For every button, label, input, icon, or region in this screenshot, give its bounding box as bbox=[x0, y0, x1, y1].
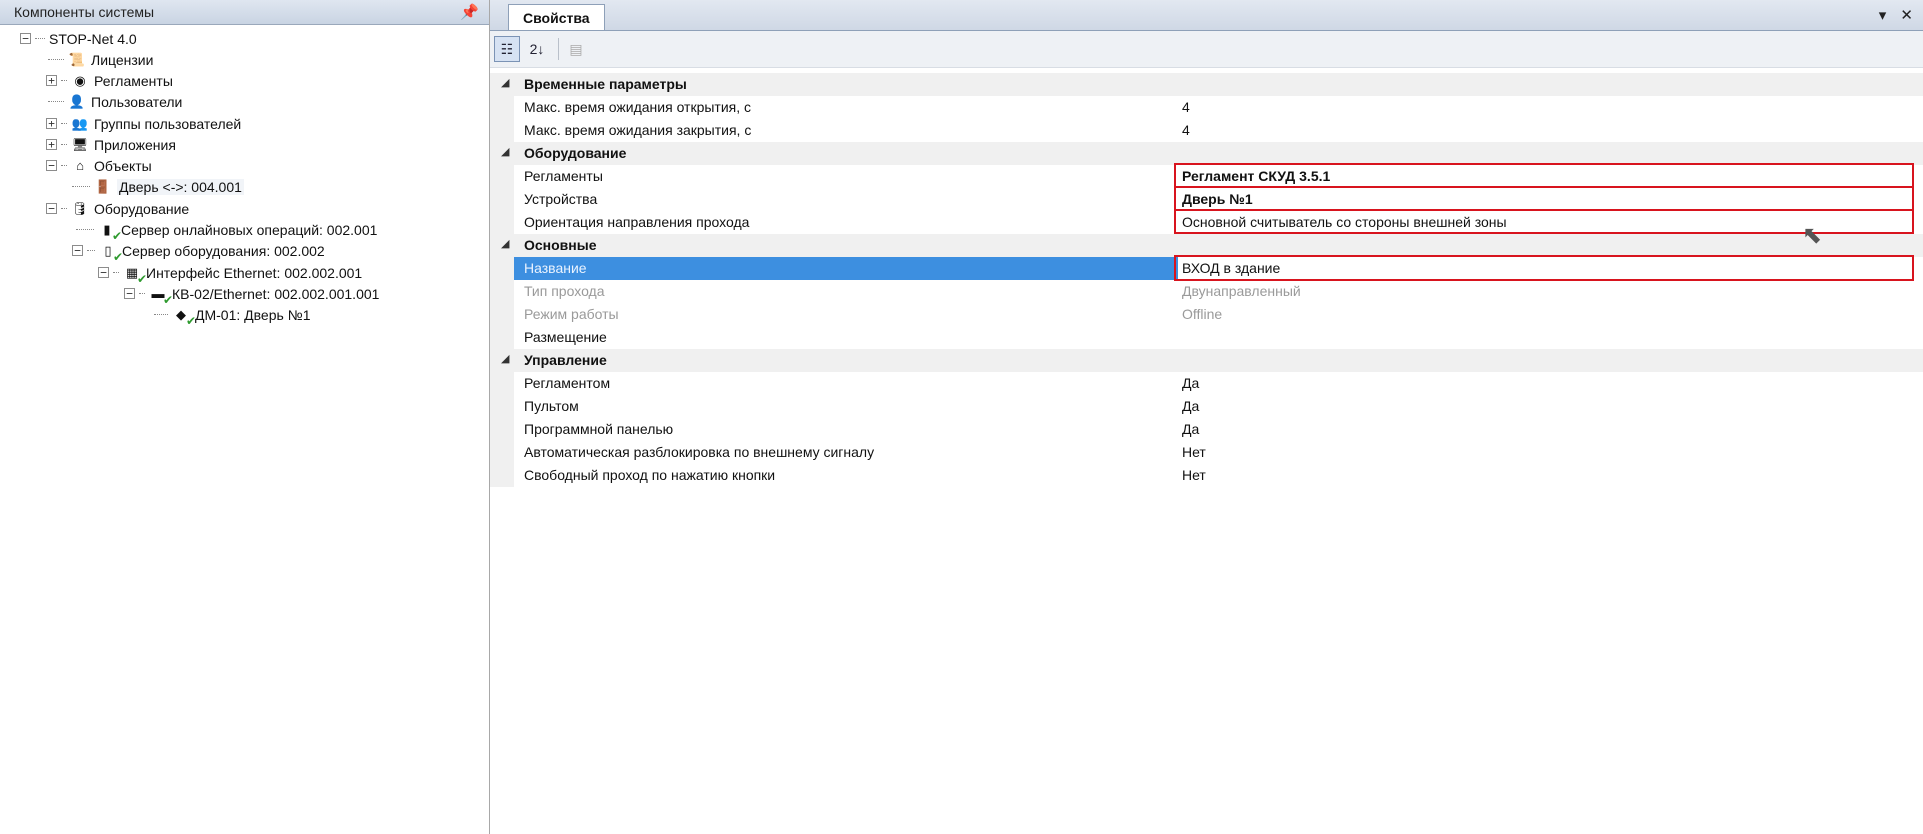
category-time-params[interactable]: ◢ Временные параметры bbox=[490, 73, 1923, 96]
schedule-icon: ◉ bbox=[74, 72, 86, 88]
property-row[interactable]: Режим работы Offline bbox=[490, 303, 1923, 326]
alphabetical-sort-icon[interactable]: 2↓ bbox=[524, 36, 550, 62]
tree-node-equipment[interactable]: − 🛢 Оборудование bbox=[46, 198, 189, 219]
server-icon: ▮ ✔ bbox=[103, 221, 122, 243]
property-row[interactable]: Макс. время ожидания открытия, с 4 bbox=[490, 96, 1923, 119]
property-pages-icon[interactable]: ▤ bbox=[563, 36, 589, 62]
collapse-toggle[interactable]: − bbox=[46, 203, 57, 214]
tree-node-schedules[interactable]: + ◉ Регламенты bbox=[46, 70, 173, 91]
property-row[interactable]: Размещение bbox=[490, 326, 1923, 349]
tab-properties[interactable]: Свойства bbox=[508, 4, 605, 30]
component-tree: − STOP-Net 4.0 📜 Лицензии + ◉ Регламенты… bbox=[0, 25, 489, 328]
system-components-panel: Компоненты системы 📌 − STOP-Net 4.0 📜 Ли… bbox=[0, 0, 490, 834]
collapse-triangle-icon[interactable]: ◢ bbox=[501, 145, 509, 158]
property-toolbar: ☷ 2↓ ▤ bbox=[490, 31, 1923, 68]
tab-bar: Свойства ▾ ✕ bbox=[490, 0, 1923, 31]
collapse-toggle[interactable]: − bbox=[124, 288, 135, 299]
collapse-triangle-icon[interactable]: ◢ bbox=[501, 237, 509, 250]
highlight-box bbox=[1174, 186, 1914, 211]
panel-title: Компоненты системы bbox=[14, 4, 155, 20]
collapse-triangle-icon[interactable]: ◢ bbox=[501, 76, 509, 89]
collapse-toggle[interactable]: − bbox=[46, 160, 57, 171]
network-card-icon: ▦ ✔ bbox=[125, 264, 147, 286]
expand-toggle[interactable]: + bbox=[46, 75, 57, 86]
property-row[interactable]: Макс. время ожидания закрытия, с 4 bbox=[490, 119, 1923, 142]
category-control[interactable]: ◢ Управление bbox=[490, 349, 1923, 372]
monitor-icon: 🖥 bbox=[71, 136, 89, 152]
collapse-toggle[interactable]: − bbox=[20, 33, 31, 44]
property-row[interactable]: Пультом Да bbox=[490, 395, 1923, 418]
server-icon: ▯ ✔ bbox=[104, 242, 123, 264]
tree-node-applications[interactable]: + 🖥 Приложения bbox=[46, 134, 176, 155]
house-icon: ⌂ bbox=[76, 158, 84, 173]
property-row[interactable]: Тип прохода Двунаправленный bbox=[490, 280, 1923, 303]
property-row[interactable]: Автоматическая разблокировка по внешнему… bbox=[490, 441, 1923, 464]
properties-panel: Свойства ▾ ✕ ☷ 2↓ ▤ ◢ Временные параметр… bbox=[490, 0, 1923, 834]
mouse-cursor-icon: ⬉ bbox=[1802, 222, 1823, 249]
tree-node-licenses[interactable]: 📜 Лицензии bbox=[48, 49, 153, 70]
tree-node-dm01[interactable]: ◆ ✔ ДМ-01: Дверь №1 bbox=[154, 304, 310, 328]
tree-node-ethernet-interface[interactable]: − ▦ ✔ Интерфейс Ethernet: 002.002.001 bbox=[98, 262, 362, 286]
tree-node-users[interactable]: 👤 Пользователи bbox=[48, 91, 182, 112]
panel-header: Компоненты системы 📌 bbox=[0, 0, 489, 25]
category-general[interactable]: ◢ Основные bbox=[490, 234, 1923, 257]
tree-node-equipment-server[interactable]: − ▯ ✔ Сервер оборудования: 002.002 bbox=[72, 240, 325, 264]
expand-toggle[interactable]: + bbox=[46, 139, 57, 150]
close-icon[interactable]: ✕ bbox=[1900, 7, 1913, 24]
check-icon: ✔ bbox=[185, 313, 196, 328]
tree-node-objects[interactable]: − ⌂ Объекты bbox=[46, 155, 152, 176]
tree-label: STOP-Net 4.0 bbox=[49, 30, 137, 47]
category-equipment[interactable]: ◢ Оборудование bbox=[490, 142, 1923, 165]
collapse-toggle[interactable]: − bbox=[98, 267, 109, 278]
categorized-view-icon[interactable]: ☷ bbox=[494, 36, 520, 62]
highlight-box bbox=[1174, 255, 1914, 281]
controller-icon: ▬ ✔ bbox=[151, 286, 174, 307]
database-icon: 🛢 bbox=[71, 200, 89, 216]
tree-node-user-groups[interactable]: + 👥 Группы пользователей bbox=[46, 113, 241, 134]
highlight-box bbox=[1174, 163, 1914, 188]
dropdown-icon[interactable]: ▾ bbox=[1879, 7, 1887, 24]
tree-node-online-server[interactable]: ▮ ✔ Сервер онлайновых операций: 002.001 bbox=[76, 219, 377, 243]
user-group-icon: 👥 bbox=[71, 115, 89, 131]
expand-toggle[interactable]: + bbox=[46, 118, 57, 129]
door-icon: 🚪 bbox=[94, 178, 112, 194]
tree-node-door[interactable]: 🚪 Дверь <->: 004.001 bbox=[72, 176, 244, 197]
property-row[interactable]: Свободный проход по нажатию кнопки Нет bbox=[490, 464, 1923, 487]
license-icon: 📜 bbox=[68, 51, 86, 67]
property-row[interactable]: Программной панелью Да bbox=[490, 418, 1923, 441]
pin-icon[interactable]: 📌 bbox=[460, 3, 479, 21]
collapse-toggle[interactable]: − bbox=[72, 245, 83, 256]
user-icon: 👤 bbox=[68, 93, 86, 109]
tree-node-stopnet[interactable]: − STOP-Net 4.0 bbox=[20, 28, 137, 49]
tree-node-kv02[interactable]: − ▬ ✔ КВ-02/Ethernet: 002.002.001.001 bbox=[124, 283, 379, 307]
property-row[interactable]: Регламентом Да bbox=[490, 372, 1923, 395]
collapse-triangle-icon[interactable]: ◢ bbox=[501, 352, 509, 365]
lock-device-icon: ◆ ✔ bbox=[176, 306, 196, 328]
